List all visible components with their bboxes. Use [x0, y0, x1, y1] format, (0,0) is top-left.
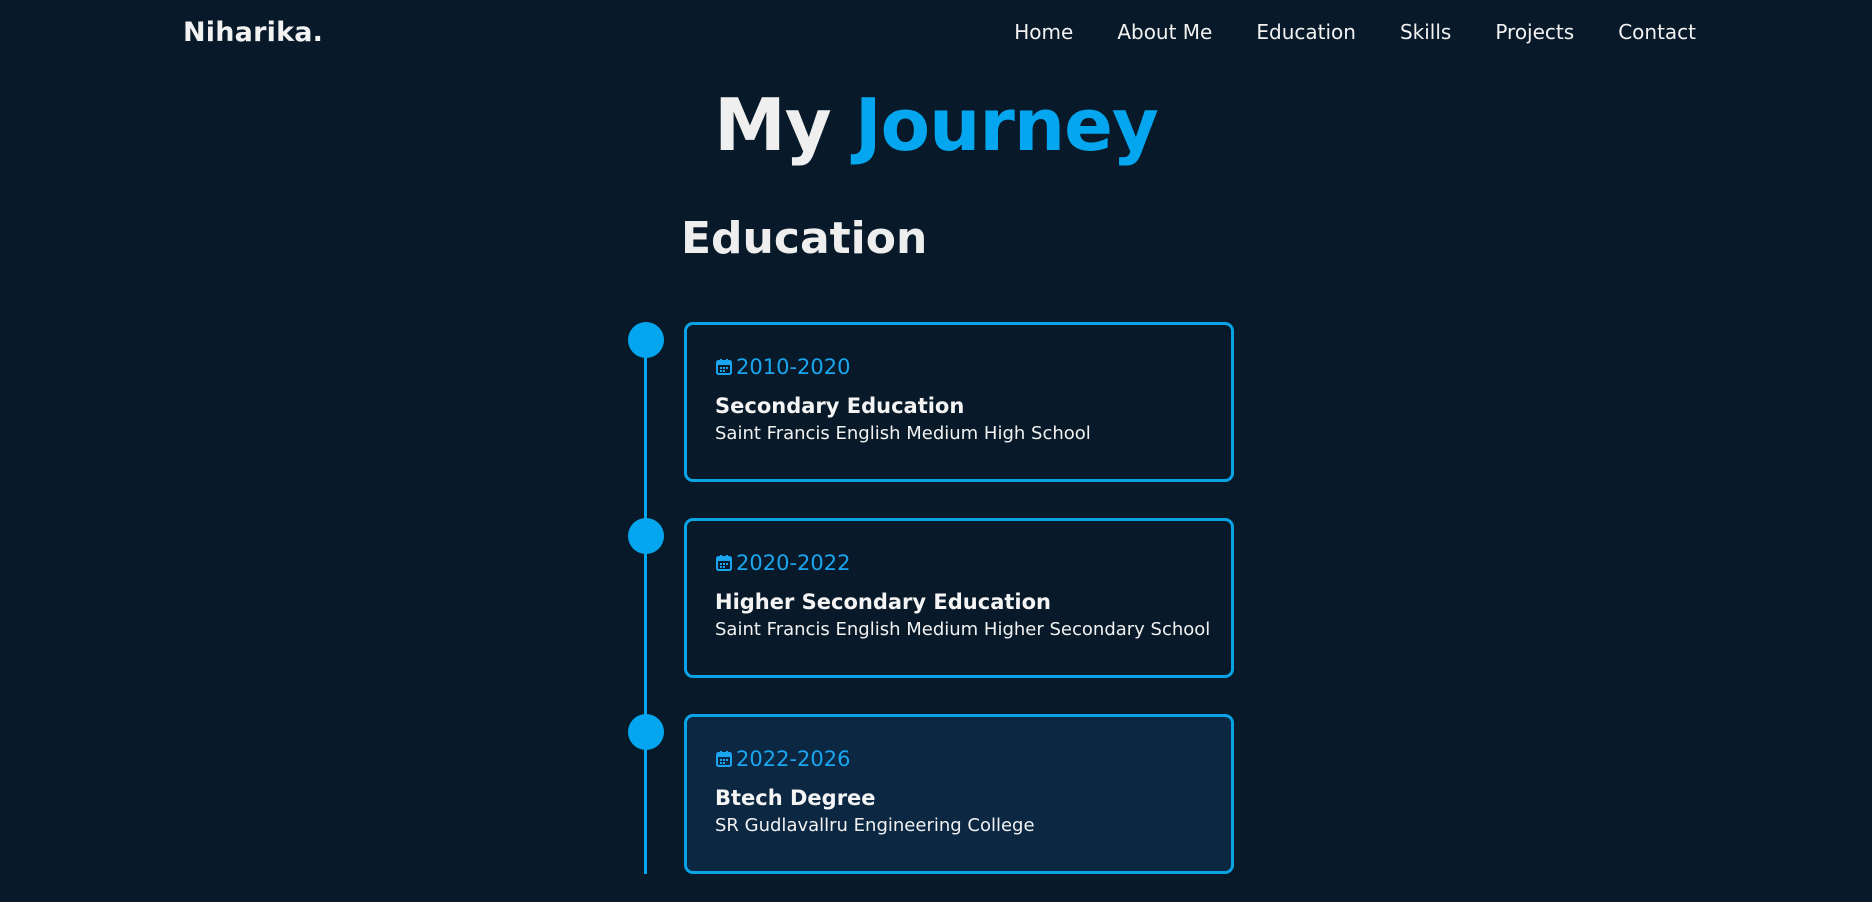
card-date: 2010-2020 [715, 353, 1231, 381]
card-date-text: 2010-2020 [736, 355, 851, 379]
timeline-dot [628, 322, 664, 358]
education-card[interactable]: 2020-2022 Higher Secondary Education Sai… [684, 518, 1234, 678]
nav-link-contact[interactable]: Contact [1618, 20, 1696, 44]
card-subtitle: SR Gudlavallru Engineering College [715, 815, 1035, 836]
card-subtitle: Saint Francis English Medium High School [715, 423, 1091, 444]
timeline-line [644, 340, 647, 874]
timeline-dot [628, 518, 664, 554]
nav-link-about-me[interactable]: About Me [1117, 20, 1212, 44]
card-date-text: 2022-2026 [736, 747, 851, 771]
navbar: Niharika. Home About Me Education Skills… [0, 0, 1872, 70]
timeline-dot [628, 714, 664, 750]
card-subtitle: Saint Francis English Medium Higher Seco… [715, 619, 1211, 640]
page-title-part-1: My [714, 83, 832, 167]
nav-link-education[interactable]: Education [1256, 20, 1356, 44]
education-card[interactable]: 2022-2026 Btech Degree SR Gudlavallru En… [684, 714, 1234, 874]
card-date: 2022-2026 [715, 745, 1231, 773]
nav-link-projects[interactable]: Projects [1495, 20, 1574, 44]
card-title: Btech Degree [715, 786, 876, 810]
nav-link-home[interactable]: Home [1014, 20, 1073, 44]
calendar-icon [716, 751, 732, 767]
card-date: 2020-2022 [715, 549, 1231, 577]
site-logo[interactable]: Niharika. [183, 17, 323, 48]
nav-links: Home About Me Education Skills Projects … [1014, 20, 1696, 44]
calendar-icon [716, 555, 732, 571]
section-heading: Education [681, 213, 928, 264]
card-title: Secondary Education [715, 394, 965, 418]
card-date-text: 2020-2022 [736, 551, 851, 575]
nav-link-skills[interactable]: Skills [1400, 20, 1451, 44]
page-title-part-2: Journey [854, 83, 1159, 167]
card-title: Higher Secondary Education [715, 590, 1051, 614]
page-title: My Journey [0, 82, 1872, 168]
calendar-icon [716, 359, 732, 375]
education-card[interactable]: 2010-2020 Secondary Education Saint Fran… [684, 322, 1234, 482]
